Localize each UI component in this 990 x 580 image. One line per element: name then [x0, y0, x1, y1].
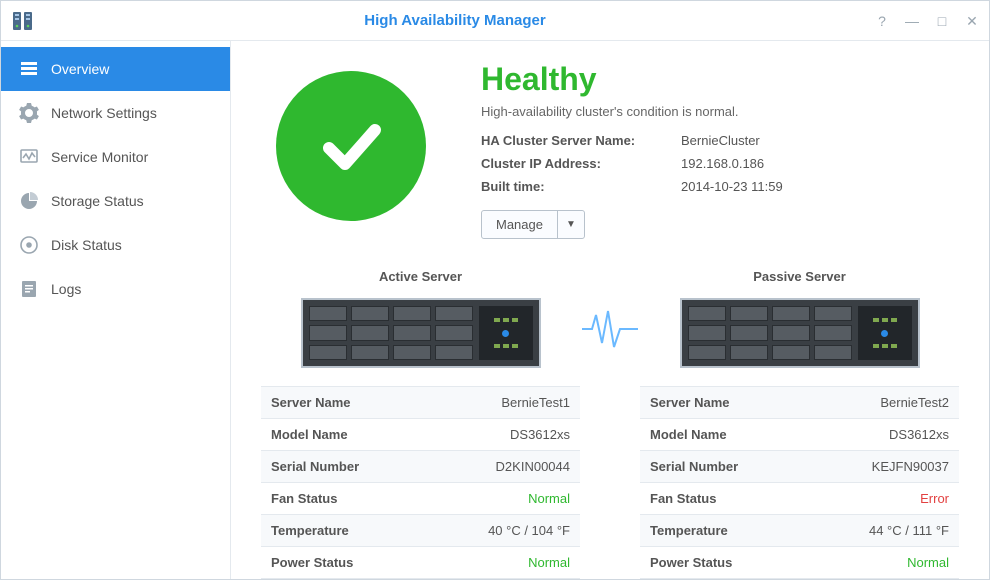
cluster-ip-value: 192.168.0.186	[681, 156, 959, 171]
spec-key: Serial Number	[271, 459, 359, 474]
spec-row: Temperature 44 °C / 111 °F	[640, 515, 959, 547]
gear-icon	[19, 103, 39, 123]
spec-row: Fan Status Error	[640, 483, 959, 515]
spec-row: Server Name BernieTest2	[640, 387, 959, 419]
spec-value: 44 °C / 111 °F	[869, 523, 949, 538]
pie-icon	[19, 191, 39, 211]
built-time-label: Built time:	[481, 179, 681, 194]
passive-server-specs: Server Name BernieTest2 Model Name DS3612xs…	[640, 386, 959, 579]
cluster-name-value: BernieCluster	[681, 133, 959, 148]
spec-value: DS3612xs	[510, 427, 570, 442]
active-server-heading: Active Server	[261, 269, 580, 284]
active-server-specs: Server Name BernieTest1 Model Name DS3612xs…	[261, 386, 580, 579]
chevron-down-icon[interactable]: ▼	[557, 211, 584, 238]
status-title: Healthy	[481, 61, 959, 98]
sidebar: Overview Network Settings Service Monito…	[1, 41, 231, 579]
disk-icon	[19, 235, 39, 255]
spec-row: Model Name DS3612xs	[640, 419, 959, 451]
spec-value: 40 °C / 104 °F	[488, 523, 570, 538]
app-window: High Availability Manager ? — □ ✕ Overvi…	[0, 0, 990, 580]
spec-key: Model Name	[271, 427, 348, 442]
sidebar-item-logs[interactable]: Logs	[1, 267, 230, 311]
spec-key: Server Name	[650, 395, 730, 410]
logs-icon	[19, 279, 39, 299]
spec-value: KEJFN90037	[872, 459, 949, 474]
close-icon[interactable]: ✕	[965, 14, 979, 28]
status-icon-wrap	[261, 61, 441, 221]
servers-row: Active Server	[261, 269, 959, 579]
sidebar-item-network[interactable]: Network Settings	[1, 91, 230, 135]
spec-value: Normal	[528, 555, 570, 570]
sidebar-item-overview[interactable]: Overview	[1, 47, 230, 91]
spec-value: DS3612xs	[889, 427, 949, 442]
content: Healthy High-availability cluster's cond…	[231, 41, 989, 579]
spec-key: Temperature	[271, 523, 349, 538]
sidebar-item-label: Disk Status	[51, 237, 122, 253]
spec-value: BernieTest2	[880, 395, 949, 410]
sidebar-item-label: Service Monitor	[51, 149, 148, 165]
sidebar-item-label: Logs	[51, 281, 81, 297]
manage-button-label: Manage	[482, 211, 557, 238]
sidebar-item-storage-status[interactable]: Storage Status	[1, 179, 230, 223]
spec-key: Server Name	[271, 395, 351, 410]
passive-server-column: Passive Server	[640, 269, 959, 579]
spec-key: Fan Status	[271, 491, 337, 506]
window-title: High Availability Manager	[35, 12, 875, 29]
server-illustration	[261, 298, 580, 368]
spec-key: Serial Number	[650, 459, 738, 474]
spec-value: Normal	[528, 491, 570, 506]
overview-icon	[19, 59, 39, 79]
minimize-icon[interactable]: —	[905, 14, 919, 28]
maximize-icon[interactable]: □	[935, 14, 949, 28]
app-icon	[11, 9, 35, 33]
window-controls: ? — □ ✕	[875, 14, 979, 28]
monitor-icon	[19, 147, 39, 167]
manage-button[interactable]: Manage ▼	[481, 210, 585, 239]
spec-row: Temperature 40 °C / 104 °F	[261, 515, 580, 547]
status-description: High-availability cluster's condition is…	[481, 104, 959, 119]
status-header: Healthy High-availability cluster's cond…	[261, 61, 959, 239]
cluster-name-label: HA Cluster Server Name:	[481, 133, 681, 148]
active-server-column: Active Server	[261, 269, 580, 579]
passive-server-heading: Passive Server	[640, 269, 959, 284]
spec-value: Error	[920, 491, 949, 506]
spec-row: Serial Number D2KIN00044	[261, 451, 580, 483]
sidebar-item-disk-status[interactable]: Disk Status	[1, 223, 230, 267]
built-time-value: 2014-10-23 11:59	[681, 179, 959, 194]
spec-key: Model Name	[650, 427, 727, 442]
heartbeat-icon	[580, 269, 640, 349]
spec-key: Fan Status	[650, 491, 716, 506]
cluster-info: HA Cluster Server Name: BernieCluster Cl…	[481, 133, 959, 194]
sidebar-item-label: Overview	[51, 61, 109, 77]
spec-row: Fan Status Normal	[261, 483, 580, 515]
sidebar-item-label: Storage Status	[51, 193, 144, 209]
spec-key: Power Status	[271, 555, 353, 570]
server-illustration	[640, 298, 959, 368]
spec-value: D2KIN00044	[496, 459, 570, 474]
spec-value: BernieTest1	[501, 395, 570, 410]
spec-row: Power Status Normal	[261, 547, 580, 579]
sidebar-item-label: Network Settings	[51, 105, 157, 121]
spec-key: Power Status	[650, 555, 732, 570]
spec-value: Normal	[907, 555, 949, 570]
sidebar-item-service-monitor[interactable]: Service Monitor	[1, 135, 230, 179]
spec-row: Serial Number KEJFN90037	[640, 451, 959, 483]
titlebar: High Availability Manager ? — □ ✕	[1, 1, 989, 41]
help-icon[interactable]: ?	[875, 14, 889, 28]
spec-row: Model Name DS3612xs	[261, 419, 580, 451]
healthy-check-icon	[276, 71, 426, 221]
cluster-ip-label: Cluster IP Address:	[481, 156, 681, 171]
spec-row: Server Name BernieTest1	[261, 387, 580, 419]
spec-key: Temperature	[650, 523, 728, 538]
status-info: Healthy High-availability cluster's cond…	[481, 61, 959, 239]
spec-row: Power Status Normal	[640, 547, 959, 579]
